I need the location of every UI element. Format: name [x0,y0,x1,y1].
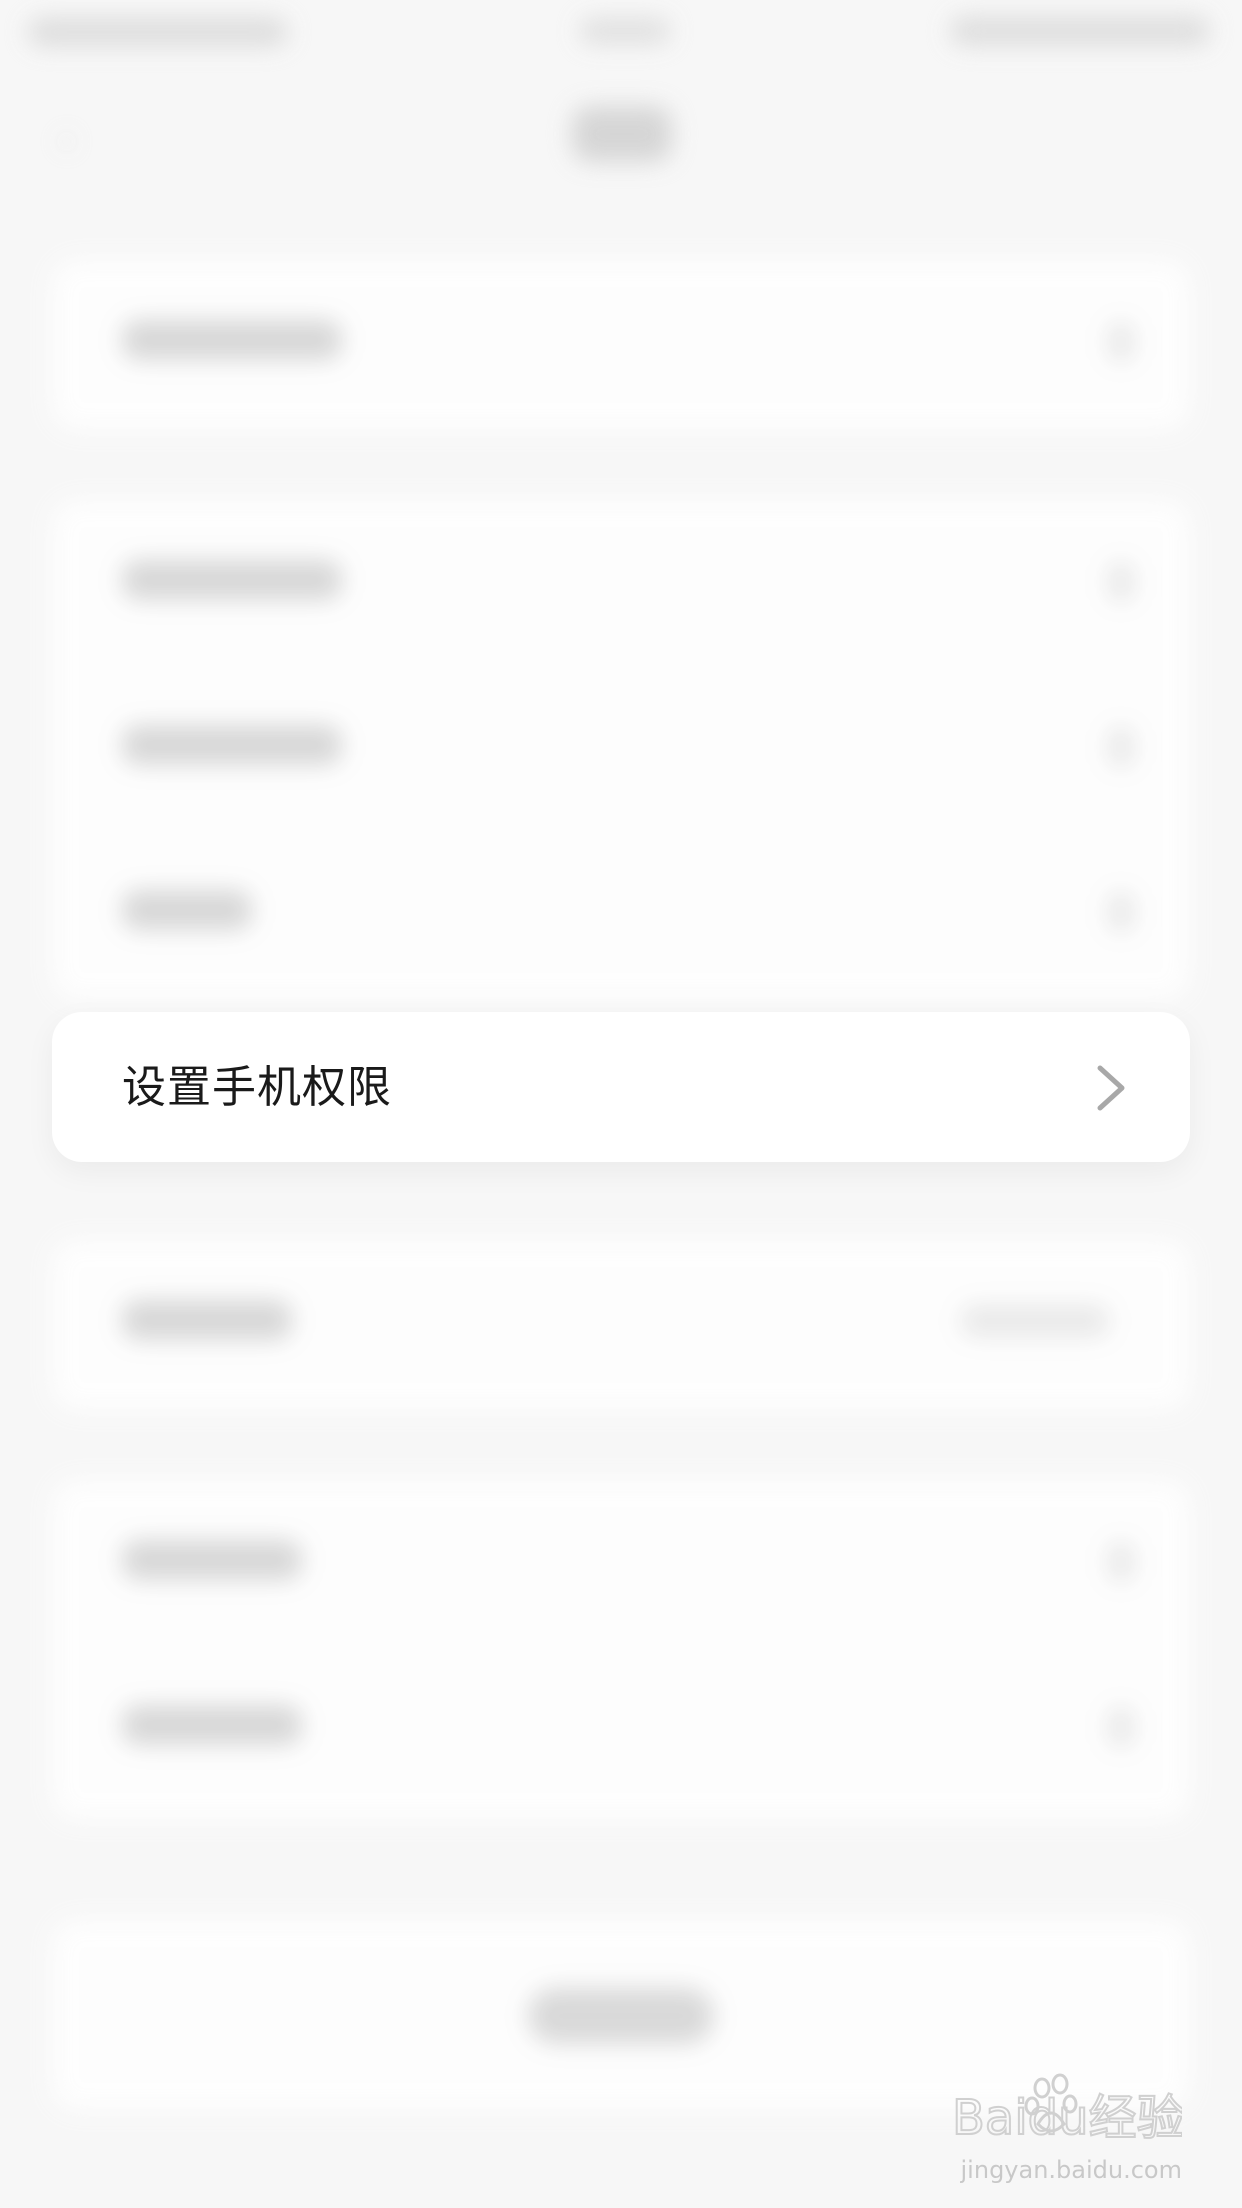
status-right [950,16,1210,46]
row-value [960,1304,1110,1338]
row-label [122,725,342,765]
status-center [580,18,670,44]
nav-bar: ‹ [0,80,1242,190]
baidu-logo-icon: Baidu经验 [952,2073,1182,2147]
chevron-right-icon [1108,1707,1134,1747]
row-label [122,890,252,930]
row-label [122,320,342,360]
row-label [122,1540,302,1580]
settings-row[interactable] [52,260,1190,420]
settings-card-2 [52,500,1190,1000]
back-arrow-icon[interactable]: ‹ [58,118,90,162]
settings-row[interactable] [52,1480,1190,1640]
watermark-url: jingyan.baidu.com [960,2156,1182,2184]
settings-card-4 [52,1480,1190,1820]
settings-row[interactable] [52,830,1190,990]
settings-card-3 [52,1240,1190,1410]
status-bar [0,0,1242,60]
chevron-right-icon [1108,892,1134,932]
settings-row[interactable] [52,1645,1190,1805]
chevron-right-icon [1108,727,1134,767]
chevron-right-icon [1108,562,1134,602]
page-title [572,106,672,162]
row-label [122,1705,302,1745]
settings-row[interactable] [52,665,1190,825]
baidu-jingyan-watermark: Baidu经验 jingyan.baidu.com [952,2072,1182,2192]
status-left [28,18,288,46]
bottom-action-button[interactable] [528,1988,714,2044]
settings-row[interactable] [52,1240,1190,1400]
chevron-right-icon [1097,1065,1125,1111]
settings-card-1 [52,260,1190,430]
set-phone-permissions-row[interactable]: 设置手机权限 [52,1012,1190,1162]
row-label [122,1300,292,1340]
set-phone-permissions-label: 设置手机权限 [122,1062,392,1113]
settings-row[interactable] [52,500,1190,660]
watermark-logo-text: Baidu经验 [952,2090,1182,2146]
chevron-right-icon [1108,1542,1134,1582]
chevron-right-icon [1108,322,1134,362]
row-label [122,560,342,600]
